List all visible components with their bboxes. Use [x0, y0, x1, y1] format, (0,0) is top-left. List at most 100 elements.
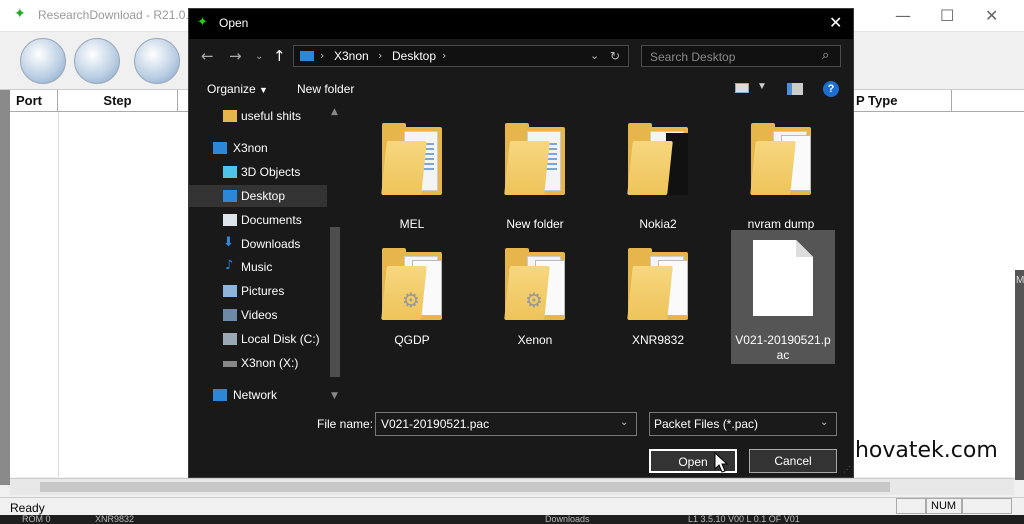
nav-item-label: Music — [241, 260, 273, 274]
file-name: New folder — [506, 217, 564, 231]
breadcrumb-chevron-icon[interactable]: › — [320, 49, 324, 62]
up-arrow-icon[interactable]: ↑ — [273, 47, 286, 65]
drive-icon — [223, 361, 237, 367]
change-view-icon[interactable] — [735, 83, 749, 93]
file-item-mel[interactable]: MEL — [360, 113, 464, 237]
file-item-v021-pac[interactable]: V021-20190521.pac — [731, 230, 835, 364]
nav-item-label: useful shits — [241, 109, 302, 123]
new-folder-button[interactable]: New folder — [297, 82, 354, 96]
search-icon[interactable]: ⌕ — [822, 48, 829, 63]
gear-icon: ⚙ — [525, 288, 543, 312]
desktop-icon — [223, 190, 237, 202]
cancel-button[interactable]: Cancel — [749, 449, 837, 473]
taskbar-item[interactable]: ROM 0 — [22, 515, 51, 524]
file-name-input[interactable]: V021-20190521.pac ⌄ — [375, 412, 637, 436]
forward-arrow-icon[interactable]: → — [229, 47, 242, 65]
taskbar-item[interactable]: XNR9832 — [95, 515, 134, 524]
scroll-up-icon[interactable]: ▲ — [331, 107, 338, 117]
taskbar-item[interactable]: Downloads — [545, 515, 590, 524]
file-item-nvram-dump[interactable]: nvram dump — [729, 113, 833, 237]
background-app-title: ResearchDownload - R21.0.0 — [38, 8, 196, 22]
open-file-dialog: ✦ Open ✕ ← → ⌄ ↑ › X3non › Desktop › ⌄ ↻… — [188, 8, 854, 478]
close-icon[interactable]: ✕ — [985, 6, 998, 25]
file-item-xenon[interactable]: ⚙ Xenon — [483, 238, 587, 362]
settings-button[interactable] — [74, 38, 120, 84]
status-bar — [0, 497, 1024, 515]
search-box[interactable]: Search Desktop ⌕ — [641, 45, 841, 67]
organize-menu[interactable]: Organize ▼ — [207, 82, 268, 96]
nav-item-label: X3non (X:) — [241, 356, 299, 370]
recent-locations-chevron-icon[interactable]: ⌄ — [255, 51, 263, 62]
nav-item-local-disk[interactable]: Local Disk (C:) — [189, 328, 327, 350]
command-bar: Organize ▼ New folder ▼ ? — [189, 73, 853, 105]
column-step[interactable]: Step — [58, 90, 178, 112]
load-packet-button[interactable] — [20, 38, 66, 84]
nav-item-pictures[interactable]: Pictures — [189, 280, 327, 302]
nav-item-x3non-drive[interactable]: X3non (X:) — [189, 352, 327, 374]
start-download-button[interactable] — [134, 38, 180, 84]
preview-pane-icon[interactable] — [787, 83, 803, 95]
file-item-xnr9832[interactable]: XNR9832 — [606, 238, 710, 362]
nav-item-useful-shits[interactable]: useful shits — [189, 105, 327, 127]
dialog-footer: File name: V021-20190521.pac ⌄ Packet Fi… — [189, 403, 853, 477]
dialog-title: Open — [219, 16, 249, 30]
nav-item-x3non[interactable]: X3non — [189, 137, 327, 159]
nav-item-3d-objects[interactable]: 3D Objects — [189, 161, 327, 183]
address-dropdown-icon[interactable]: ⌄ — [590, 49, 599, 62]
view-options-chevron-icon[interactable]: ▼ — [757, 81, 767, 92]
maximize-icon[interactable]: ☐ — [940, 6, 954, 25]
file-item-new-folder[interactable]: New folder — [483, 113, 587, 237]
computer-icon — [213, 142, 227, 154]
nav-item-music[interactable]: ♪ Music — [189, 256, 327, 278]
breadcrumb-chevron-icon[interactable]: › — [378, 49, 382, 62]
folder-icon — [381, 123, 444, 195]
file-item-nokia2[interactable]: Nokia2 — [606, 113, 710, 237]
file-name: Xenon — [517, 333, 553, 347]
nav-item-label: Videos — [241, 308, 278, 322]
navigation-pane: useful shits X3non 3D Objects Desktop Do… — [189, 105, 343, 403]
back-arrow-icon[interactable]: ← — [201, 47, 214, 65]
watermark-text: .hovatek.com — [848, 438, 998, 463]
breadcrumb-chevron-icon[interactable]: › — [442, 49, 446, 62]
nav-item-label: Network — [233, 388, 278, 402]
breadcrumb-x3non[interactable]: X3non — [334, 49, 369, 63]
close-icon[interactable]: ✕ — [829, 13, 842, 32]
refresh-icon[interactable]: ↻ — [610, 49, 620, 63]
navigation-bar: ← → ⌄ ↑ › X3non › Desktop › ⌄ ↻ Search D… — [189, 39, 853, 73]
nav-item-downloads[interactable]: ⬇ Downloads — [189, 233, 327, 255]
minimize-icon[interactable]: — — [895, 6, 911, 25]
chevron-down-icon[interactable]: ⌄ — [620, 417, 628, 428]
help-icon[interactable]: ? — [823, 81, 839, 97]
status-panel-empty — [896, 498, 926, 514]
file-item-qgdp[interactable]: ⚙ QGDP — [360, 238, 464, 362]
horizontal-scroll-thumb[interactable] — [40, 482, 890, 492]
nav-item-videos[interactable]: Videos — [189, 304, 327, 326]
app-logo-icon: ✦ — [197, 15, 208, 30]
background-left-strip — [0, 90, 10, 485]
nav-pane-scroll-thumb[interactable] — [330, 227, 340, 377]
scroll-down-icon[interactable]: ▼ — [331, 391, 338, 401]
status-panel-num: NUM — [926, 498, 962, 514]
file-type-select[interactable]: Packet Files (*.pac) ⌄ — [649, 412, 837, 436]
column-p-type[interactable]: P Type — [850, 90, 952, 112]
nav-item-label: Downloads — [241, 237, 301, 251]
file-name-value: V021-20190521.pac — [381, 417, 490, 431]
taskbar: ROM 0 XNR9832 Downloads L1 3.5.10 V00 L … — [0, 515, 1024, 524]
nav-item-network[interactable]: Network — [189, 384, 327, 403]
disk-icon — [223, 333, 237, 345]
taskbar-item[interactable]: L1 3.5.10 V00 L 0.1 OF V01 — [688, 515, 800, 524]
file-list-pane: MEL New folder Nokia2 nvram dump ⚙ QGDP — [343, 105, 853, 403]
nav-item-label: Local Disk (C:) — [241, 332, 320, 346]
nav-item-label: Documents — [241, 213, 302, 227]
mouse-cursor-icon — [714, 452, 729, 473]
address-bar[interactable]: › X3non › Desktop › ⌄ ↻ — [293, 45, 629, 67]
file-name: XNR9832 — [631, 333, 685, 347]
nav-item-documents[interactable]: Documents — [189, 209, 327, 231]
nav-item-desktop[interactable]: Desktop — [189, 185, 327, 207]
breadcrumb-desktop[interactable]: Desktop — [392, 49, 436, 63]
resize-grip-icon[interactable]: ⋰ — [843, 465, 851, 474]
column-port[interactable]: Port — [10, 90, 58, 112]
chevron-down-icon[interactable]: ⌄ — [820, 417, 828, 428]
file-name: V021-20190521.pac — [735, 333, 831, 362]
organize-label: Organize — [207, 82, 256, 96]
